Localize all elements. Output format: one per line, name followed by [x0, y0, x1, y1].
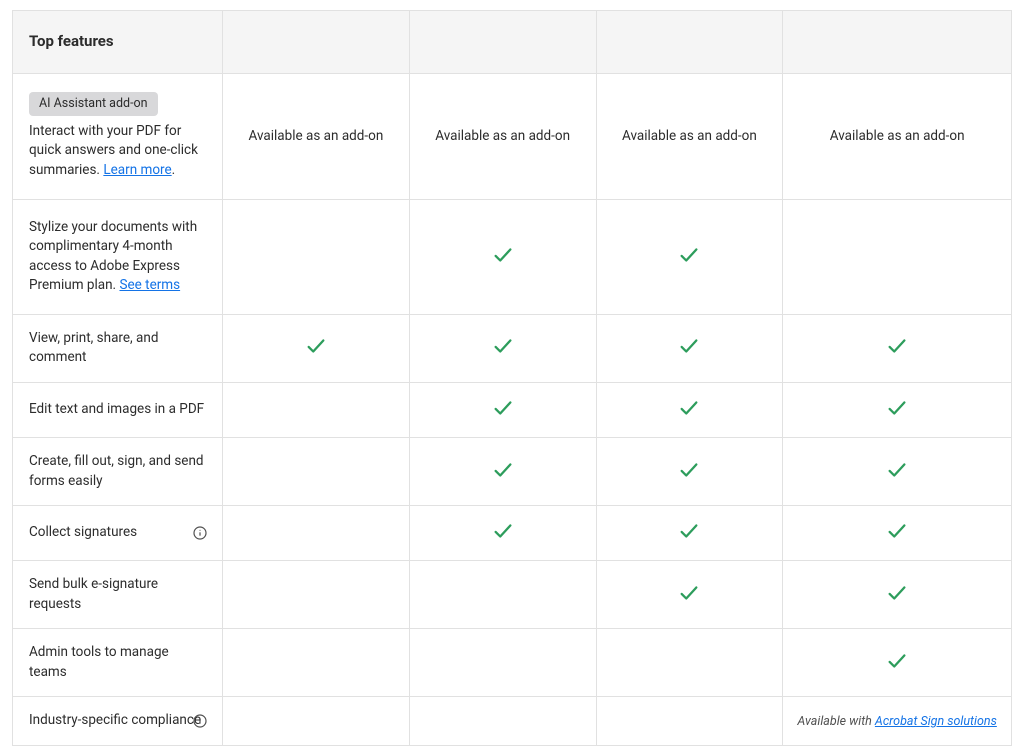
plan-cell — [596, 314, 783, 382]
plan-cell: Available as an add-on — [409, 73, 596, 199]
plan-cell: Available as an add-on — [596, 73, 783, 199]
header-plan-1 — [223, 11, 410, 74]
checkmark-icon — [305, 345, 327, 361]
checkmark-icon — [886, 345, 908, 361]
plan-cell — [223, 697, 410, 746]
plan-cell — [596, 382, 783, 437]
plan-cell — [783, 382, 1012, 437]
feature-label-cell: AI Assistant add-onInteract with your PD… — [13, 73, 223, 199]
feature-label-cell: Edit text and images in a PDF — [13, 382, 223, 437]
checkmark-icon — [492, 469, 514, 485]
table-row: AI Assistant add-onInteract with your PD… — [13, 73, 1012, 199]
note-link[interactable]: Acrobat Sign solutions — [875, 714, 997, 729]
plan-cell — [783, 506, 1012, 561]
plan-cell — [223, 314, 410, 382]
feature-label-cell: Stylize your documents with complimentar… — [13, 199, 223, 314]
plan-cell — [409, 629, 596, 697]
availability-note: Available with Acrobat Sign solutions — [797, 714, 996, 729]
plan-cell — [596, 437, 783, 505]
checkmark-icon — [678, 254, 700, 270]
plan-cell — [596, 561, 783, 629]
plan-cell — [223, 629, 410, 697]
feature-link[interactable]: See terms — [119, 277, 180, 293]
feature-label-cell: Send bulk e-signature requests — [13, 561, 223, 629]
plan-cell — [596, 199, 783, 314]
table-header-row: Top features — [13, 11, 1012, 74]
plan-cell — [409, 697, 596, 746]
feature-label-cell: Create, fill out, sign, and send forms e… — [13, 437, 223, 505]
plan-cell — [783, 314, 1012, 382]
feature-label-cell: Admin tools to manage teams — [13, 629, 223, 697]
plan-cell — [409, 314, 596, 382]
plan-cell — [409, 199, 596, 314]
plan-cell — [409, 506, 596, 561]
plan-cell — [783, 437, 1012, 505]
checkmark-icon — [886, 469, 908, 485]
table-row: Edit text and images in a PDF — [13, 382, 1012, 437]
plan-cell — [783, 629, 1012, 697]
checkmark-icon — [678, 345, 700, 361]
plan-cell — [596, 629, 783, 697]
checkmark-icon — [886, 592, 908, 608]
feature-link[interactable]: Learn more — [103, 162, 171, 178]
plan-cell: Available with Acrobat Sign solutions — [783, 697, 1012, 746]
table-row: Industry-specific compliance Available wi… — [13, 697, 1012, 746]
checkmark-icon — [492, 530, 514, 546]
feature-description: Collect signatures — [29, 524, 137, 540]
plan-cell — [223, 437, 410, 505]
feature-description: Send bulk e-signature requests — [29, 576, 158, 612]
table-row: Collect signatures — [13, 506, 1012, 561]
feature-description: Create, fill out, sign, and send forms e… — [29, 453, 204, 489]
plan-cell — [409, 382, 596, 437]
info-icon[interactable] — [192, 713, 208, 729]
feature-label-cell: View, print, share, and comment — [13, 314, 223, 382]
checkmark-icon — [678, 530, 700, 546]
plan-cell — [596, 506, 783, 561]
header-plan-4 — [783, 11, 1012, 74]
checkmark-icon — [678, 469, 700, 485]
plan-cell — [783, 199, 1012, 314]
table-row: View, print, share, and comment — [13, 314, 1012, 382]
checkmark-icon — [886, 660, 908, 676]
plan-cell: Available as an add-on — [783, 73, 1012, 199]
info-icon[interactable] — [192, 525, 208, 541]
feature-description: View, print, share, and comment — [29, 330, 158, 366]
checkmark-icon — [886, 530, 908, 546]
table-row: Admin tools to manage teams — [13, 629, 1012, 697]
feature-description: Edit text and images in a PDF — [29, 401, 204, 417]
checkmark-icon — [492, 407, 514, 423]
plan-cell — [223, 199, 410, 314]
feature-badge: AI Assistant add-on — [29, 92, 158, 116]
table-row: Send bulk e-signature requests — [13, 561, 1012, 629]
checkmark-icon — [678, 592, 700, 608]
header-plan-2 — [409, 11, 596, 74]
plan-cell — [596, 697, 783, 746]
plan-cell — [409, 437, 596, 505]
feature-comparison-table: Top features AI Assistant add-onInteract… — [12, 10, 1012, 746]
plan-cell — [223, 382, 410, 437]
feature-label-cell: Collect signatures — [13, 506, 223, 561]
header-plan-3 — [596, 11, 783, 74]
checkmark-icon — [492, 345, 514, 361]
plan-cell — [783, 561, 1012, 629]
header-features: Top features — [13, 11, 223, 74]
checkmark-icon — [492, 254, 514, 270]
plan-cell — [223, 506, 410, 561]
plan-cell: Available as an add-on — [223, 73, 410, 199]
plan-cell — [223, 561, 410, 629]
checkmark-icon — [886, 407, 908, 423]
table-row: Stylize your documents with complimentar… — [13, 199, 1012, 314]
checkmark-icon — [678, 407, 700, 423]
plan-cell — [409, 561, 596, 629]
table-row: Create, fill out, sign, and send forms e… — [13, 437, 1012, 505]
feature-label-cell: Industry-specific compliance — [13, 697, 223, 746]
feature-description: Industry-specific compliance — [29, 712, 201, 728]
